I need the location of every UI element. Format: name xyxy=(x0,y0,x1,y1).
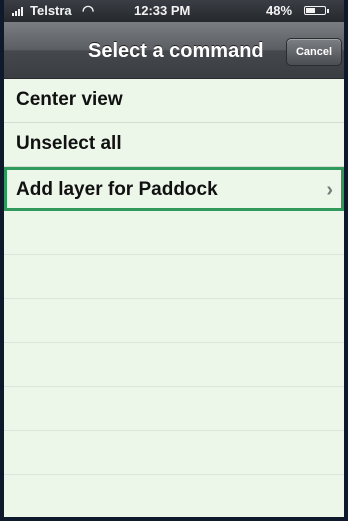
navigation-bar: Select a command Cancel xyxy=(4,22,344,79)
battery-percent: 48% xyxy=(266,3,293,18)
status-bar: Telstra ◠ 12:33 PM 48% xyxy=(4,0,344,22)
command-label: Add layer for Paddock xyxy=(16,179,218,200)
empty-row xyxy=(4,387,344,431)
wifi-icon: ◠ xyxy=(82,2,95,18)
empty-row xyxy=(4,255,344,299)
command-list: Center view Unselect all Add layer for P… xyxy=(4,79,344,517)
empty-row xyxy=(4,431,344,475)
chevron-right-icon: › xyxy=(326,179,333,201)
carrier-name: Telstra xyxy=(30,3,72,18)
signal-bars-icon xyxy=(12,7,28,16)
nav-title: Select a command xyxy=(88,40,264,62)
command-label: Unselect all xyxy=(16,133,122,154)
command-label: Center view xyxy=(16,89,123,110)
empty-row xyxy=(4,211,344,255)
command-row-center-view[interactable]: Center view xyxy=(4,79,344,123)
battery-fill xyxy=(306,8,315,13)
command-row-unselect-all[interactable]: Unselect all xyxy=(4,123,344,167)
cancel-button[interactable]: Cancel xyxy=(286,38,342,66)
phone-screen: Telstra ◠ 12:33 PM 48% Select a command … xyxy=(0,0,348,521)
empty-row xyxy=(4,299,344,343)
empty-row xyxy=(4,475,344,517)
battery-tip xyxy=(327,9,329,13)
command-row-add-layer[interactable]: Add layer for Paddock › xyxy=(4,167,344,211)
empty-row xyxy=(4,343,344,387)
status-time: 12:33 PM xyxy=(134,3,191,18)
battery-icon xyxy=(304,6,329,15)
